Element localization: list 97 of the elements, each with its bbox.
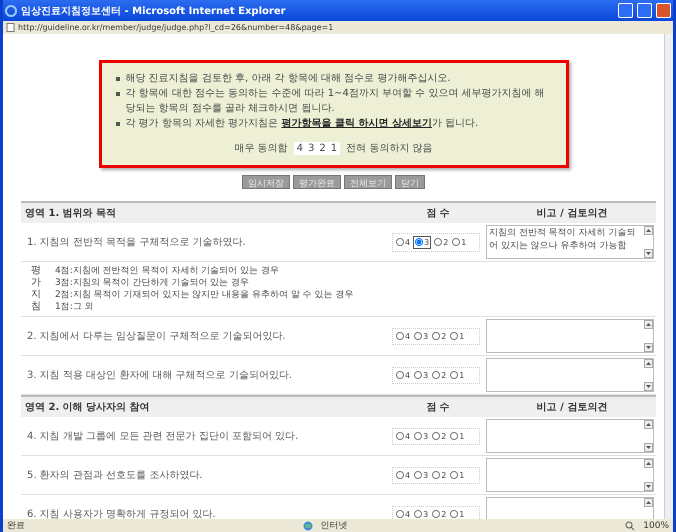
section-title: 영역 2. 이해 당사자의 참여 bbox=[24, 401, 151, 414]
radio-button[interactable] bbox=[396, 371, 404, 379]
radio-button[interactable] bbox=[396, 471, 404, 479]
radio-button[interactable] bbox=[450, 510, 458, 518]
radio-button[interactable] bbox=[450, 471, 458, 479]
scroll-down-icon[interactable] bbox=[644, 443, 653, 452]
radio-button[interactable] bbox=[396, 432, 404, 440]
criterion-link[interactable]: 3. 지침 적용 대상인 환자에 대해 구체적으로 기술되어있다. bbox=[21, 368, 388, 382]
scroll-up-icon[interactable] bbox=[644, 226, 653, 235]
criterion-link[interactable]: 5. 환자의 관점과 선호도를 조사하였다. bbox=[21, 468, 388, 482]
score-option[interactable]: 3 bbox=[413, 508, 430, 519]
score-option[interactable]: 1 bbox=[449, 470, 466, 480]
radio-button[interactable] bbox=[450, 332, 458, 340]
guide-text: 3점:지침의 목적이 간단하게 기술되어 있는 경우 bbox=[55, 277, 250, 289]
bullet-icon bbox=[116, 92, 120, 96]
section-title: 영역 1. 범위와 목적 bbox=[24, 207, 118, 220]
score-option[interactable]: 4 bbox=[395, 330, 412, 342]
scroll-up-icon[interactable] bbox=[644, 498, 653, 507]
criterion-link[interactable]: 4. 지침 개발 그룹에 모든 관련 전문가 집단이 포함되어 있다. bbox=[21, 429, 388, 443]
score-option[interactable]: 3 bbox=[413, 430, 430, 442]
globe-icon bbox=[302, 520, 313, 530]
score-option[interactable]: 4 bbox=[395, 430, 412, 442]
score-option[interactable]: 4 bbox=[395, 508, 412, 519]
column-header: 비고 / 검토의견 bbox=[536, 401, 608, 414]
score-option[interactable]: 1 bbox=[451, 236, 468, 248]
radio-button[interactable] bbox=[432, 371, 440, 379]
radio-button[interactable] bbox=[452, 238, 460, 246]
score-option[interactable]: 2 bbox=[431, 470, 448, 480]
scroll-down-icon[interactable] bbox=[644, 382, 653, 391]
radio-button[interactable] bbox=[414, 332, 422, 340]
score-option[interactable]: 2 bbox=[431, 508, 448, 519]
radio-button[interactable] bbox=[450, 432, 458, 440]
score-scale: 4 3 2 1 bbox=[294, 142, 340, 154]
instruction-text: 각 항목에 대한 점수는 동의하는 수준에 따라 1~4점까지 부여할 수 있으며 세부평가지침에 해당되는 항목의 점수를 골라 체크하시면 됩니다. bbox=[126, 87, 546, 116]
score-option[interactable]: 1 bbox=[449, 330, 466, 342]
score-option[interactable]: 1 bbox=[449, 430, 466, 442]
score-option[interactable]: 2 bbox=[431, 430, 448, 442]
score-option[interactable]: 4 bbox=[395, 470, 412, 480]
score-option[interactable]: 4 bbox=[395, 236, 412, 248]
scroll-up-icon[interactable] bbox=[644, 459, 653, 468]
instruction-text: 각 평가 항목의 자세한 평가지침은 평가항목을 클릭 하시면 상세보기가 됩니다. bbox=[126, 117, 478, 131]
column-header: 점 수 bbox=[425, 207, 451, 220]
status-text: 완료 bbox=[7, 520, 25, 532]
guide-text: 1점:그 외 bbox=[55, 301, 95, 313]
criterion-link[interactable]: 1. 지침의 전반적 목적을 구체적으로 기술하였다. bbox=[21, 235, 388, 249]
scroll-up-icon[interactable] bbox=[644, 320, 653, 329]
maximize-button[interactable] bbox=[637, 3, 652, 18]
radio-button[interactable] bbox=[414, 371, 422, 379]
instruction-text: 해당 진료지침을 검토한 후, 아래 각 항목에 대해 점수로 평가해주십시오. bbox=[126, 72, 450, 86]
radio-button[interactable] bbox=[450, 371, 458, 379]
scroll-up-icon[interactable] bbox=[644, 359, 653, 368]
column-header: 점 수 bbox=[425, 401, 451, 414]
scale-label: 전혀 동의하지 않음 bbox=[346, 142, 433, 155]
radio-button[interactable] bbox=[432, 471, 440, 479]
column-header: 비고 / 검토의견 bbox=[536, 207, 608, 220]
close-button[interactable] bbox=[656, 3, 671, 18]
score-option[interactable]: 2 bbox=[431, 330, 448, 342]
radio-button[interactable] bbox=[414, 432, 422, 440]
guide-text: 2점:지침 목적이 기재되어 있지는 않지만 내용을 유추하여 알 수 있는 경우 bbox=[55, 289, 354, 301]
score-option[interactable]: 3 bbox=[413, 330, 430, 342]
radio-button[interactable] bbox=[396, 332, 404, 340]
radio-button[interactable] bbox=[432, 510, 440, 518]
comment-field[interactable]: 지침의 전반적 목적이 자세히 기술되어 있지는 않으나 유추하여 가능함 bbox=[486, 225, 654, 259]
radio-button[interactable] bbox=[432, 432, 440, 440]
zoom-level[interactable]: 100% bbox=[643, 520, 670, 530]
bullet-icon bbox=[116, 77, 120, 81]
radio-button[interactable] bbox=[432, 332, 440, 340]
radio-button[interactable] bbox=[414, 510, 422, 518]
window-title: 임상진료지침정보센터 - Microsoft Internet Explorer bbox=[21, 4, 287, 18]
score-option[interactable]: 3 bbox=[413, 470, 430, 480]
criterion-link[interactable]: 6. 지침 사용자가 명확하게 규정되어 있다. bbox=[21, 507, 388, 519]
radio-button[interactable] bbox=[396, 238, 404, 246]
guide-label: 평가지침 bbox=[31, 265, 41, 313]
score-option[interactable]: 2 bbox=[431, 370, 448, 380]
scroll-up-icon[interactable] bbox=[644, 420, 653, 429]
radio-button[interactable] bbox=[434, 238, 442, 246]
guide-text: 4점:지침에 전반적인 목적이 자세히 기술되어 있는 경우 bbox=[55, 265, 280, 277]
zone-text: 인터넷 bbox=[320, 520, 348, 532]
bullet-icon bbox=[116, 122, 120, 126]
browser-icon bbox=[5, 4, 17, 16]
page-icon bbox=[6, 23, 15, 32]
score-option[interactable]: 1 bbox=[449, 370, 466, 380]
score-option[interactable]: 1 bbox=[449, 508, 466, 519]
score-option[interactable]: 4 bbox=[395, 370, 412, 380]
scroll-down-icon[interactable] bbox=[644, 343, 653, 352]
scroll-down-icon[interactable] bbox=[644, 249, 653, 258]
score-option[interactable]: 3 bbox=[413, 236, 432, 248]
minimize-button[interactable] bbox=[618, 3, 633, 18]
radio-button[interactable] bbox=[414, 471, 422, 479]
score-option[interactable]: 2 bbox=[433, 236, 450, 248]
scale-label: 매우 동의함 bbox=[234, 142, 288, 155]
radio-button[interactable] bbox=[415, 238, 424, 246]
score-option[interactable]: 3 bbox=[413, 370, 430, 380]
magnifier-icon bbox=[625, 520, 636, 530]
scroll-down-icon[interactable] bbox=[644, 482, 653, 491]
criterion-link[interactable]: 2. 지침에서 다루는 임상질문이 구체적으로 기술되어있다. bbox=[21, 329, 388, 343]
radio-button[interactable] bbox=[396, 510, 404, 518]
